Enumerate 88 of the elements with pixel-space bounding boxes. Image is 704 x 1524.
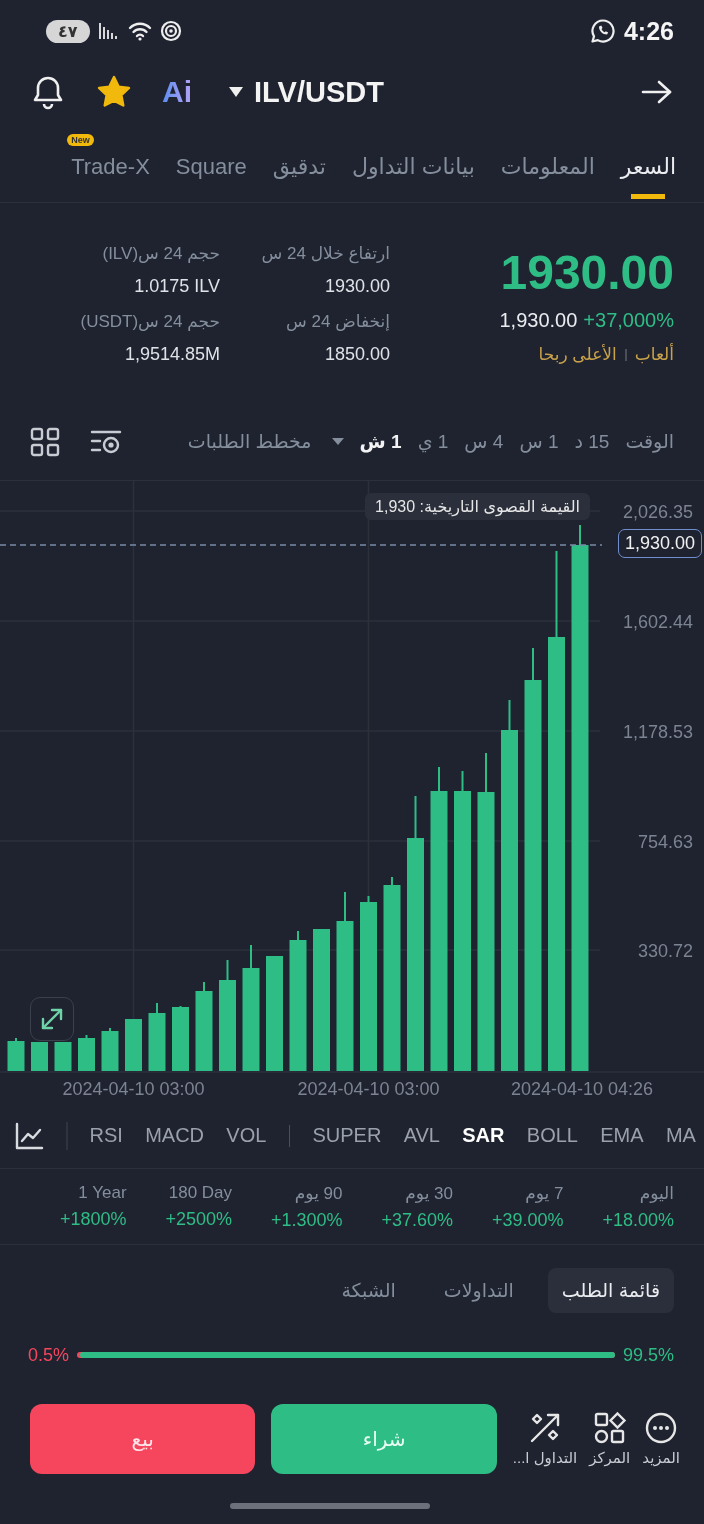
indicator-tab[interactable]: RSI	[89, 1124, 123, 1147]
converted-price: 1,930.00	[499, 309, 578, 332]
tab[interactable]: قائمة الطلب	[547, 1267, 674, 1313]
indicator-tab[interactable]: MA	[665, 1124, 696, 1147]
period-label: 7 يوم	[525, 1182, 564, 1204]
period-label: 1 Year	[78, 1183, 127, 1203]
axis-label: 330.72	[637, 941, 693, 961]
trade-icon[interactable]	[528, 1411, 562, 1445]
stat-label: حجم 24 س(USDT)	[80, 311, 220, 332]
timeframe-option[interactable]: 4 س	[464, 430, 504, 453]
tab[interactable]: بيانات التداول	[351, 153, 475, 199]
stat-label: إنخفاض 24 س	[286, 311, 390, 332]
status-time: 4:26	[623, 16, 674, 46]
battery-indicator: ٤٧	[46, 19, 90, 43]
candle	[7, 1038, 25, 1071]
star-icon[interactable]	[96, 74, 132, 110]
tab[interactable]: Square	[175, 153, 247, 199]
more-icon[interactable]	[644, 1411, 679, 1445]
indicator-tab[interactable]: SUPER	[312, 1124, 382, 1147]
indicator-tab[interactable]: AVL	[403, 1124, 440, 1147]
price-change: +37,000%	[583, 309, 674, 332]
tab[interactable]: المعلومات	[500, 153, 595, 199]
grid-icon[interactable]	[30, 426, 60, 457]
candle	[54, 1042, 72, 1071]
sell-ratio: 0.5%	[28, 1344, 70, 1366]
period-label: 90 يوم	[294, 1182, 343, 1204]
tab[interactable]: تدقيق	[272, 153, 326, 199]
caret-icon[interactable]	[228, 86, 244, 98]
category-tag[interactable]: الأعلى ربحا	[538, 344, 617, 365]
tab[interactable]: التداولات	[429, 1267, 528, 1313]
chat-icon	[589, 18, 616, 44]
candle	[101, 1028, 119, 1071]
timeframe-option[interactable]: 15 د	[574, 430, 610, 453]
timeframe-option[interactable]: 1 ي	[417, 430, 449, 453]
axis-label: 2,026.35	[622, 502, 693, 522]
period-label: اليوم	[639, 1182, 674, 1204]
candle	[125, 1019, 142, 1071]
period-change: +1800%	[60, 1209, 127, 1230]
candle	[31, 1042, 48, 1071]
period-change: +2500%	[165, 1209, 233, 1230]
axis-label: 2024-04-10 03:00	[297, 1079, 440, 1099]
category-tag[interactable]: ألعاب	[634, 344, 674, 365]
indicator-tab[interactable]: SAR	[462, 1124, 505, 1147]
stat-label: حجم 24 س(ILV)	[102, 243, 220, 264]
period-change: +18.00%	[602, 1209, 674, 1231]
signal-icon	[97, 21, 120, 41]
stat-value: 1930.00	[324, 276, 390, 297]
current-price-label: 1,930.00	[617, 529, 702, 558]
all-time-high-tooltip: القيمة القصوى التاريخية: 1,930	[365, 493, 590, 520]
shapes-icon[interactable]	[592, 1411, 627, 1445]
tab[interactable]: الشبكة	[327, 1267, 410, 1313]
axis-label: 2024-04-10 04:26	[510, 1079, 654, 1099]
period-label: 180 Day	[168, 1183, 233, 1203]
action-label[interactable]: التداول ا...	[512, 1449, 578, 1467]
timeframe-option[interactable]: 1 ش	[359, 430, 402, 453]
timeframe-option[interactable]: 1 س	[519, 430, 559, 453]
axis-label: 2024-04-10 03:00	[62, 1079, 205, 1099]
period-change: +37.60%	[381, 1209, 453, 1231]
new-badge: New	[67, 134, 94, 146]
wifi-icon	[127, 21, 152, 41]
indicator-tab[interactable]: EMA	[600, 1124, 644, 1147]
candle	[172, 1006, 189, 1071]
expand-button[interactable]	[30, 997, 74, 1041]
axis-label: 754.63	[637, 832, 693, 852]
indicator-tab[interactable]: VOL	[226, 1124, 267, 1147]
period-change: +39.00%	[491, 1209, 564, 1231]
period-label: 30 يوم	[405, 1182, 453, 1204]
action-label[interactable]: المزيد	[642, 1449, 680, 1467]
stat-value: 1,9514.85M	[124, 344, 220, 365]
time-label: الوقت	[625, 430, 674, 453]
pair-title[interactable]: ILV/USDT	[254, 75, 384, 109]
candle	[148, 1003, 166, 1071]
action-label[interactable]: المركز	[589, 1449, 631, 1467]
line-chart-icon[interactable]	[14, 1120, 44, 1151]
tab[interactable]: Trade-X	[71, 153, 150, 199]
stat-label: ارتفاع خلال 24 س	[261, 243, 390, 264]
stat-value: 1.0175 ILV	[134, 276, 220, 297]
hotspot-icon	[159, 20, 182, 42]
axis-label: 1,602.44	[622, 612, 693, 632]
indicator-tab[interactable]: BOLL	[526, 1124, 578, 1147]
stat-value: 1850.00	[324, 344, 390, 365]
indicator-tab[interactable]: MACD	[145, 1124, 205, 1147]
buy-ratio: 99.5%	[622, 1344, 674, 1366]
period-change: +1.300%	[270, 1209, 343, 1231]
candle	[78, 1035, 95, 1071]
depth-chart-link[interactable]: مخطط الطلبات	[187, 430, 312, 453]
last-price: 1930.00	[500, 245, 674, 301]
axis-label: 1,178.53	[622, 722, 693, 742]
